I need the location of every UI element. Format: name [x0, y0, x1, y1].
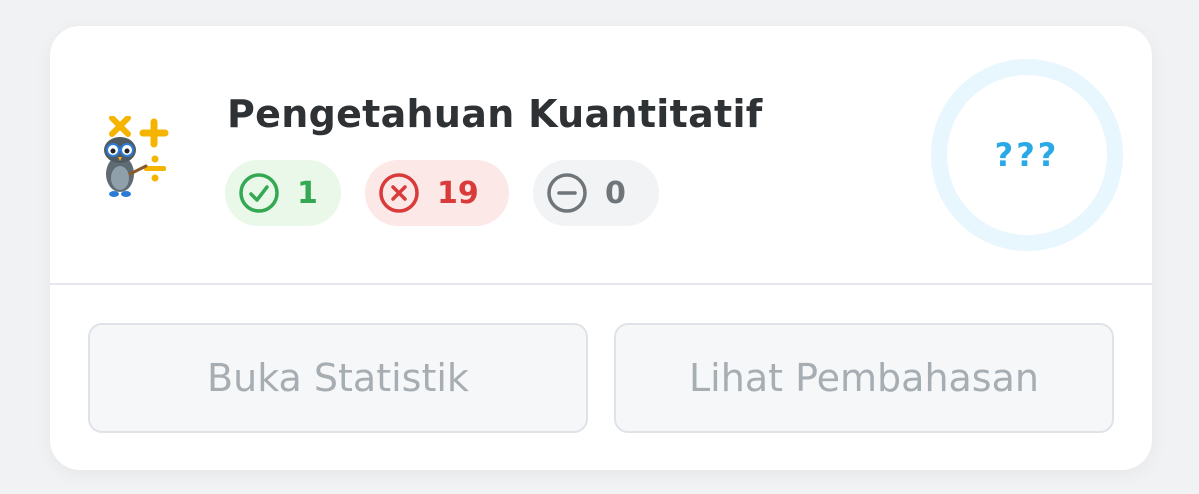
divider — [50, 283, 1152, 285]
open-statistics-button[interactable]: Buka Statistik — [88, 323, 588, 433]
wrong-count-badge: 19 — [365, 160, 509, 226]
correct-count: 1 — [297, 175, 318, 211]
wrong-count: 19 — [437, 175, 479, 211]
correct-count-badge: 1 — [225, 160, 341, 226]
subject-title: Pengetahuan Kuantitatif — [227, 92, 763, 136]
blank-count: 0 — [605, 175, 626, 211]
result-summary: Pengetahuan Kuantitatif 1 19 0 ??? — [50, 26, 1152, 283]
result-card: Pengetahuan Kuantitatif 1 19 0 ??? Buka … — [50, 26, 1152, 470]
minus-circle-icon — [547, 173, 587, 213]
cross-circle-icon — [379, 173, 419, 213]
owl-math-icon — [104, 116, 169, 197]
blank-count-badge: 0 — [533, 160, 659, 226]
view-discussion-button[interactable]: Lihat Pembahasan — [614, 323, 1114, 433]
score-value: ??? — [994, 136, 1060, 174]
check-circle-icon — [239, 173, 279, 213]
answer-stats: 1 19 0 — [225, 160, 659, 226]
